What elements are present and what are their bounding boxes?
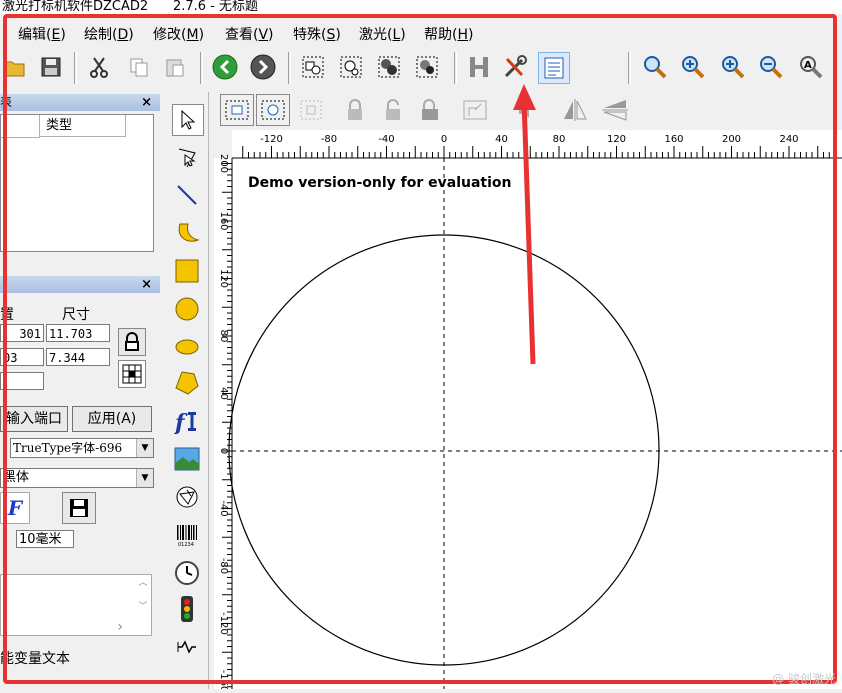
watermark: @ 骏创激光 [772,672,836,686]
annotation-arrow [513,84,536,365]
